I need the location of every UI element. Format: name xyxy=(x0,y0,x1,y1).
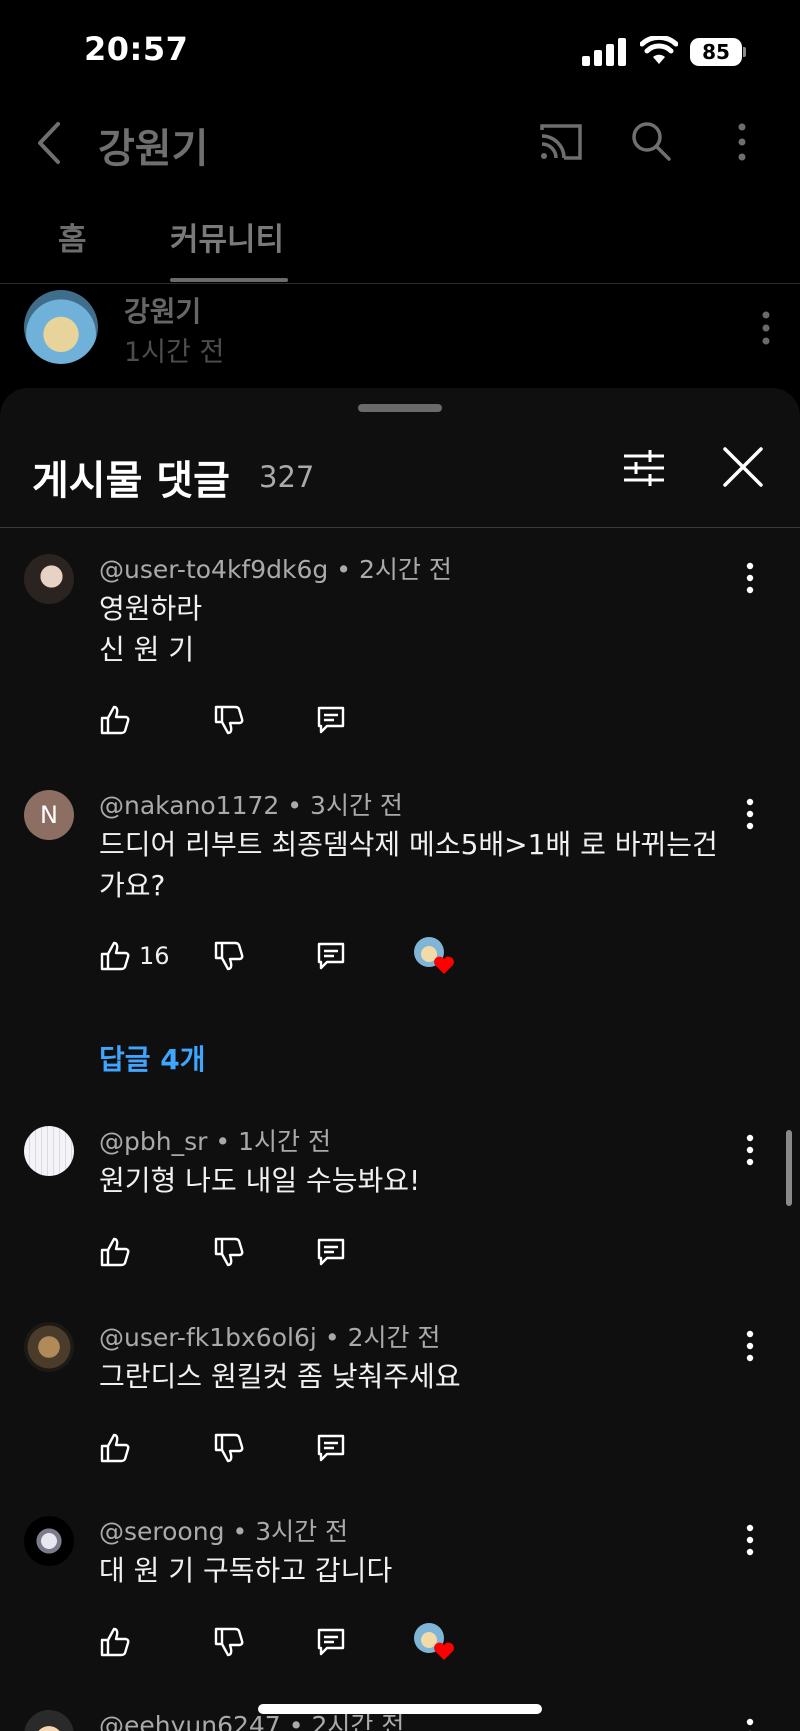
divider xyxy=(0,527,800,528)
comment-author[interactable]: @user-to4kf9dk6g xyxy=(99,555,328,584)
sheet-title: 게시물 댓글 xyxy=(32,458,230,504)
more-vert-icon[interactable] xyxy=(740,1718,760,1731)
comment-count: 327 xyxy=(259,460,315,494)
search-icon[interactable] xyxy=(630,120,672,162)
battery-level: 85 xyxy=(690,38,742,66)
comment-time: 2시간 전 xyxy=(311,1711,405,1731)
comment-author[interactable]: @nakano1172 xyxy=(99,791,279,820)
reply-comment-icon[interactable] xyxy=(315,940,347,972)
avatar[interactable] xyxy=(24,1322,74,1372)
avatar[interactable] xyxy=(24,1126,74,1176)
status-time: 20:57 xyxy=(84,30,189,68)
comment-time: 2시간 전 xyxy=(347,1323,441,1352)
filter-sliders-icon[interactable] xyxy=(622,446,666,490)
avatar[interactable]: N xyxy=(24,790,74,840)
comment-meta: @pbh_sr • 1시간 전 xyxy=(99,1127,331,1156)
comment-time: 3시간 전 xyxy=(255,1517,349,1546)
comment-text: 원기형 나도 내일 수능봐요! xyxy=(99,1164,421,1197)
more-vert-icon[interactable] xyxy=(740,562,760,594)
avatar-letter: N xyxy=(40,801,58,829)
comment-text: 대 원 기 구독하고 갑니다 xyxy=(99,1554,393,1587)
comment-text: 영원하라 신 원 기 xyxy=(99,592,203,666)
cast-icon[interactable] xyxy=(538,122,584,162)
home-indicator[interactable] xyxy=(258,1704,542,1714)
thumb-down-icon[interactable] xyxy=(213,1236,245,1268)
reply-comment-icon[interactable] xyxy=(315,704,347,736)
thumb-up-icon[interactable] xyxy=(99,1432,131,1464)
battery-icon: 85 xyxy=(690,38,746,66)
comment-time: 2시간 전 xyxy=(359,555,452,584)
divider xyxy=(0,283,800,284)
thumb-down-icon[interactable] xyxy=(213,940,245,972)
scrollbar[interactable] xyxy=(786,1130,792,1206)
thumb-down-icon[interactable] xyxy=(213,1432,245,1464)
tab-community[interactable]: 커뮤니티 xyxy=(170,214,284,259)
comment-text: 드디어 리부트 최종뎀삭제 메소5배>1배 로 바뀌는건가요? xyxy=(99,828,718,902)
comment-author[interactable]: @eehyun6247 xyxy=(99,1711,281,1731)
status-bar: 20:57 85 xyxy=(0,0,800,100)
back-arrow-icon[interactable] xyxy=(34,120,64,166)
comment-time: 3시간 전 xyxy=(310,791,403,820)
more-vert-icon[interactable] xyxy=(740,798,760,830)
replies-link[interactable]: 답글 4개 xyxy=(99,1038,206,1078)
thumb-up-icon[interactable] xyxy=(99,940,131,972)
comment-meta: @user-fk1bx6ol6j • 2시간 전 xyxy=(99,1323,441,1352)
thumb-up-icon[interactable] xyxy=(99,704,131,736)
avatar[interactable] xyxy=(24,1516,74,1566)
creator-heart-icon xyxy=(414,1623,454,1660)
post-author-avatar[interactable] xyxy=(24,290,98,364)
more-vert-icon[interactable] xyxy=(740,1134,760,1166)
comment-meta: @user-to4kf9dk6g • 2시간 전 xyxy=(99,555,452,584)
comment-meta: @nakano1172 • 3시간 전 xyxy=(99,791,403,820)
active-tab-indicator xyxy=(170,278,288,282)
wifi-icon xyxy=(640,36,678,64)
creator-heart-icon xyxy=(414,937,454,974)
close-icon[interactable] xyxy=(720,444,766,490)
more-vert-icon[interactable] xyxy=(740,1524,760,1556)
more-vert-icon[interactable] xyxy=(740,1330,760,1362)
thumb-down-icon[interactable] xyxy=(213,704,245,736)
drag-handle[interactable] xyxy=(358,404,442,412)
more-vert-icon[interactable] xyxy=(756,310,776,346)
reply-comment-icon[interactable] xyxy=(315,1626,347,1658)
reply-comment-icon[interactable] xyxy=(315,1432,347,1464)
more-vert-icon[interactable] xyxy=(732,122,752,162)
thumb-up-icon[interactable] xyxy=(99,1626,131,1658)
post-author: 강원기 xyxy=(124,295,202,328)
avatar[interactable] xyxy=(24,554,74,604)
avatar[interactable] xyxy=(24,1710,74,1731)
comment-author[interactable]: @pbh_sr xyxy=(99,1127,207,1156)
comment-meta: @seroong • 3시간 전 xyxy=(99,1517,349,1546)
comment-text: 그란디스 원킬컷 좀 낮춰주세요 xyxy=(99,1360,461,1393)
tab-home[interactable]: 홈 xyxy=(58,214,87,259)
thumb-down-icon[interactable] xyxy=(213,1626,245,1658)
thumb-up-icon[interactable] xyxy=(99,1236,131,1268)
channel-title: 강원기 xyxy=(98,126,209,172)
reply-comment-icon[interactable] xyxy=(315,1236,347,1268)
signal-icon xyxy=(582,38,626,66)
comment-author[interactable]: @seroong xyxy=(99,1517,224,1546)
comments-sheet: 게시물 댓글 327 @user-to4kf9dk6g • 2시간 전 영원하라 신… xyxy=(0,388,800,1731)
comment-author[interactable]: @user-fk1bx6ol6j xyxy=(99,1323,317,1352)
comment-time: 1시간 전 xyxy=(238,1127,331,1156)
post-time: 1시간 전 xyxy=(124,337,225,368)
like-count: 16 xyxy=(139,942,170,970)
